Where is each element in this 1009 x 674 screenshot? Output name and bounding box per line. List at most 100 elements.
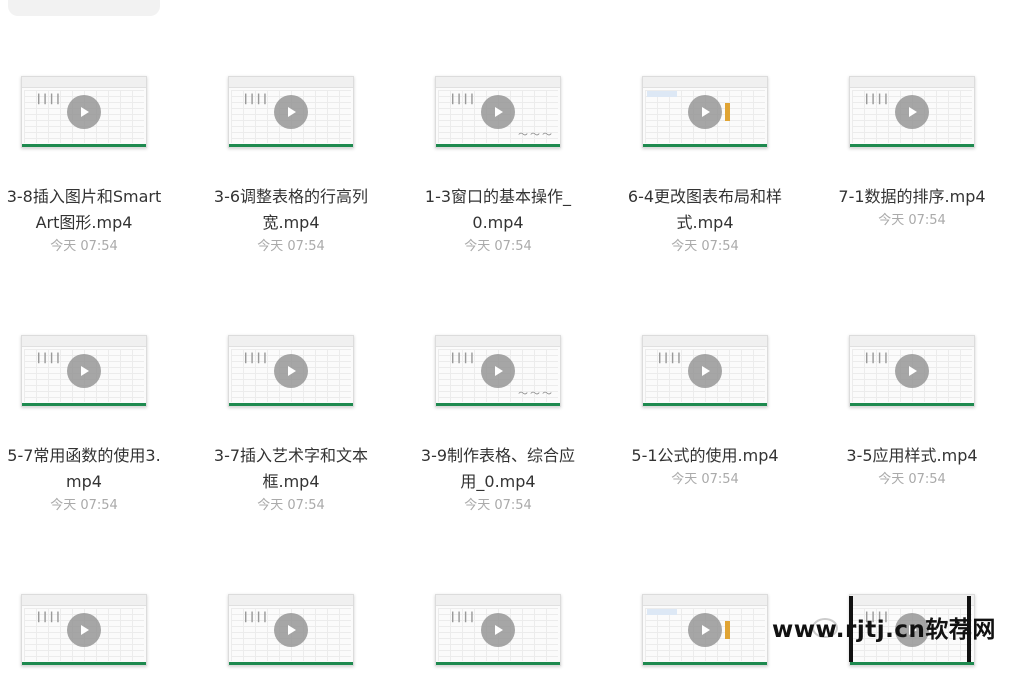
sheet-ribbon <box>229 336 353 347</box>
file-item[interactable]: ┃┃┃┃ <box>0 594 184 674</box>
play-icon[interactable] <box>67 613 101 647</box>
chart-table-block <box>647 609 677 615</box>
sheet-status-bar <box>436 403 560 406</box>
play-icon[interactable] <box>274 95 308 129</box>
video-thumbnail[interactable]: ┃┃┃┃ 〜〜〜 <box>435 76 561 148</box>
play-icon[interactable] <box>688 613 722 647</box>
sheet-status-bar <box>643 662 767 665</box>
file-item[interactable]: ┃┃┃┃ 3-5应用样式.mp4 今天 07:54 <box>812 335 1009 489</box>
video-thumbnail[interactable]: ┃┃┃┃ <box>435 594 561 666</box>
sheet-ribbon <box>229 77 353 88</box>
handwriting-mark: 〜〜〜 <box>518 130 554 141</box>
play-icon[interactable] <box>895 354 929 388</box>
file-item[interactable]: ┃┃┃┃ 〜〜〜 1-3窗口的基本操作_0.mp4 今天 07:54 <box>398 76 598 256</box>
play-icon[interactable] <box>274 354 308 388</box>
sheet-ribbon <box>22 595 146 606</box>
play-icon[interactable] <box>688 95 722 129</box>
sheet-columns: ┃┃┃┃ <box>36 95 62 105</box>
sheet-status-bar <box>229 662 353 665</box>
sheet-ribbon <box>436 595 560 606</box>
file-name: 3-7插入艺术字和文本框.mp4 <box>213 446 369 491</box>
sheet-status-bar <box>850 144 974 147</box>
sheet-status-bar <box>22 144 146 147</box>
sheet-status-bar <box>22 403 146 406</box>
sheet-status-bar <box>850 662 974 665</box>
file-modified-time: 今天 07:54 <box>50 498 118 513</box>
video-thumbnail[interactable]: ┃┃┃┃ <box>228 76 354 148</box>
file-modified-time: 今天 07:54 <box>671 239 739 254</box>
file-item[interactable]: ┃┃┃┃ 3-8插入图片和SmartArt图形.mp4 今天 07:54 <box>0 76 184 256</box>
sheet-ribbon <box>850 595 974 606</box>
video-thumbnail[interactable]: ┃┃┃┃ <box>21 594 147 666</box>
chart-bar <box>725 621 730 639</box>
sheet-ribbon <box>643 336 767 347</box>
file-name: 5-7常用函数的使用3.mp4 <box>7 446 161 491</box>
file-modified-time: 今天 07:54 <box>257 239 325 254</box>
play-icon[interactable] <box>895 95 929 129</box>
play-icon[interactable] <box>688 354 722 388</box>
top-toolbar-chip[interactable] <box>8 0 160 16</box>
play-icon[interactable] <box>481 354 515 388</box>
sheet-columns: ┃┃┃┃ <box>864 95 890 105</box>
sheet-columns: ┃┃┃┃ <box>243 354 269 364</box>
sheet-columns: ┃┃┃┃ <box>243 95 269 105</box>
sheet-columns: ┃┃┃┃ <box>243 613 269 623</box>
play-icon[interactable] <box>481 613 515 647</box>
sheet-ribbon <box>643 77 767 88</box>
file-name: 3-6调整表格的行高列宽.mp4 <box>213 187 369 232</box>
sheet-ribbon <box>22 336 146 347</box>
sheet-columns: ┃┃┃┃ <box>450 613 476 623</box>
sheet-status-bar <box>229 144 353 147</box>
video-thumbnail[interactable]: ┃┃┃┃ <box>849 76 975 148</box>
file-name: 3-9制作表格、综合应用_0.mp4 <box>420 446 576 491</box>
sheet-ribbon <box>850 336 974 347</box>
sheet-ribbon <box>643 595 767 606</box>
file-item[interactable]: ┃┃┃┃ 3-7插入艺术字和文本框.mp4 今天 07:54 <box>191 335 391 515</box>
sheet-columns: ┃┃┃┃ <box>657 354 683 364</box>
video-thumbnail[interactable]: ┃┃┃┃ <box>849 335 975 407</box>
video-thumbnail[interactable]: ┃┃┃┃ <box>642 335 768 407</box>
video-thumbnail[interactable]: ┃┃┃┃ <box>228 594 354 666</box>
file-modified-time: 今天 07:54 <box>464 498 532 513</box>
sheet-columns: ┃┃┃┃ <box>450 354 476 364</box>
video-thumbnail[interactable]: ┃┃┃┃ <box>21 76 147 148</box>
file-item[interactable]: ┃┃┃┃ <box>398 594 598 674</box>
file-item[interactable]: ┃┃┃┃ 5-7常用函数的使用3.mp4 今天 07:54 <box>0 335 184 515</box>
file-name: 7-1数据的排序.mp4 <box>838 187 986 206</box>
file-name: 1-3窗口的基本操作_0.mp4 <box>424 187 572 232</box>
file-item[interactable]: ┃┃┃┃ 7-1数据的排序.mp4 今天 07:54 <box>812 76 1009 230</box>
video-thumbnail[interactable]: ┃┃┃┃ <box>228 335 354 407</box>
file-item[interactable]: ┃┃┃┃ 〜〜〜 3-9制作表格、综合应用_0.mp4 今天 07:54 <box>398 335 598 515</box>
file-item[interactable]: ┃┃┃┃ 5-1公式的使用.mp4 今天 07:54 <box>605 335 805 489</box>
video-thumbnail[interactable]: ┃┃┃┃ 〜〜〜 <box>435 335 561 407</box>
file-modified-time: 今天 07:54 <box>671 472 739 487</box>
sheet-status-bar <box>229 403 353 406</box>
file-modified-time: 今天 07:54 <box>878 213 946 228</box>
play-icon[interactable] <box>274 613 308 647</box>
sheet-status-bar <box>850 403 974 406</box>
sheet-ribbon <box>436 77 560 88</box>
sheet-columns: ┃┃┃┃ <box>36 613 62 623</box>
sheet-status-bar <box>436 144 560 147</box>
sheet-columns: ┃┃┃┃ <box>864 354 890 364</box>
file-item[interactable]: 6-4更改图表布局和样式.mp4 今天 07:54 <box>605 76 805 256</box>
video-thumbnail[interactable]: ┃┃┃┃ <box>21 335 147 407</box>
file-browser: ┃┃┃┃ 3-8插入图片和SmartArt图形.mp4 今天 07:54 ┃┃┃┃ 3-… <box>0 0 1009 674</box>
sheet-ribbon <box>229 595 353 606</box>
file-item[interactable]: ┃┃┃┃ <box>191 594 391 674</box>
chart-table-block <box>647 91 677 97</box>
play-icon[interactable] <box>67 354 101 388</box>
file-item[interactable]: ┃┃┃┃ 3-6调整表格的行高列宽.mp4 今天 07:54 <box>191 76 391 256</box>
file-modified-time: 今天 07:54 <box>878 472 946 487</box>
sheet-ribbon <box>22 77 146 88</box>
file-name: 3-5应用样式.mp4 <box>846 446 978 465</box>
sheet-ribbon <box>850 77 974 88</box>
video-thumbnail[interactable] <box>642 594 768 666</box>
play-icon[interactable] <box>481 95 515 129</box>
play-icon[interactable] <box>67 95 101 129</box>
sheet-columns: ┃┃┃┃ <box>36 354 62 364</box>
sheet-status-bar <box>22 662 146 665</box>
sheet-status-bar <box>643 144 767 147</box>
video-thumbnail[interactable] <box>642 76 768 148</box>
sheet-columns: ┃┃┃┃ <box>450 95 476 105</box>
